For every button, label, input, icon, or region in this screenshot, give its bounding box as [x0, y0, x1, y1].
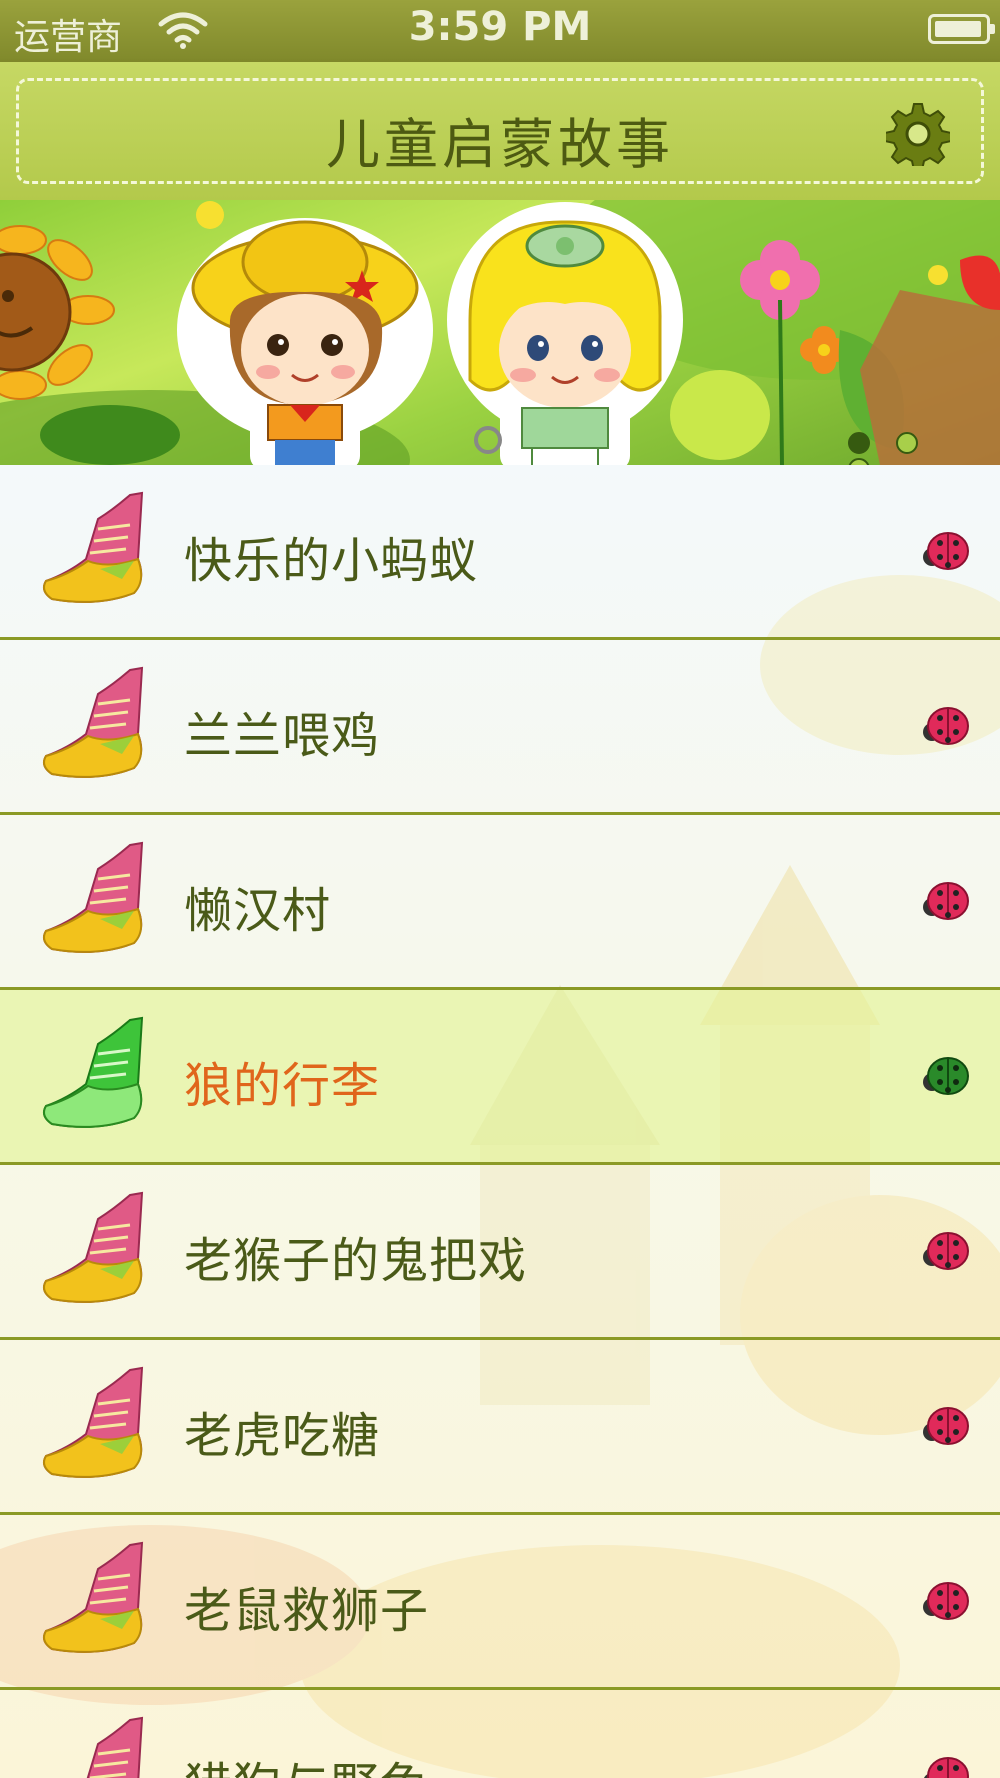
page-indicator[interactable]	[848, 432, 978, 480]
ladybug-icon	[923, 532, 969, 570]
battery-icon	[928, 14, 995, 44]
story-list[interactable]: 快乐的小蚂蚁 兰兰喂鸡 懒汉村 狼的行李 老猴子的鬼把戏 老虎吃糖 老鼠救狮子	[0, 465, 1000, 1778]
story-title: 老猴子的鬼把戏	[184, 1233, 528, 1289]
sneaker-icon	[43, 1366, 144, 1478]
clock: 3:59 PM	[408, 4, 592, 50]
ladybug-icon	[923, 1232, 969, 1270]
story-title: 老虎吃糖	[184, 1408, 381, 1464]
story-title: 猎狗与野兔	[184, 1746, 429, 1778]
story-row[interactable]: 懒汉村	[0, 815, 1000, 990]
story-row[interactable]: 老虎吃糖	[0, 1340, 1000, 1515]
story-row[interactable]: 老鼠救狮子	[0, 1515, 1000, 1690]
story-title: 老鼠救狮子	[184, 1583, 430, 1639]
ladybug-icon	[923, 1757, 969, 1778]
sneaker-icon	[43, 666, 144, 778]
sneaker-icon	[43, 1191, 144, 1303]
ladybug-icon	[923, 1057, 969, 1095]
sneaker-icon	[86, 1716, 144, 1778]
story-row[interactable]: 兰兰喂鸡	[0, 640, 1000, 815]
story-title: 懒汉村	[184, 883, 332, 939]
sneaker-icon	[43, 841, 144, 953]
banner-illustration	[0, 200, 1000, 465]
story-row-selected[interactable]: 狼的行李	[0, 990, 1000, 1165]
story-row[interactable]: 猎狗与野兔	[0, 1690, 1000, 1778]
story-row[interactable]: 快乐的小蚂蚁	[0, 465, 1000, 640]
ladybug-icon	[923, 882, 969, 920]
ladybug-icon	[923, 1582, 969, 1620]
story-title: 快乐的小蚂蚁	[184, 533, 479, 589]
banner-carousel[interactable]	[0, 200, 1000, 465]
story-row[interactable]: 老猴子的鬼把戏	[0, 1165, 1000, 1340]
page-title: 儿童启蒙故事	[326, 113, 674, 176]
page-dot-1[interactable]	[848, 432, 870, 454]
sneaker-icon	[43, 1541, 144, 1653]
girl-character	[447, 202, 683, 465]
story-title: 兰兰喂鸡	[184, 708, 381, 764]
sneaker-icon	[43, 1016, 144, 1128]
status-bar: 运营商 3:59 PM	[0, 0, 1000, 62]
ladybug-icon	[923, 707, 969, 745]
gear-icon[interactable]	[886, 102, 950, 166]
story-title: 狼的行李	[184, 1058, 381, 1114]
ladybug-icon	[923, 1407, 969, 1445]
navigation-bar: 儿童启蒙故事	[0, 62, 1000, 200]
sneaker-icon	[43, 491, 144, 603]
page-dot-2[interactable]	[896, 432, 918, 454]
